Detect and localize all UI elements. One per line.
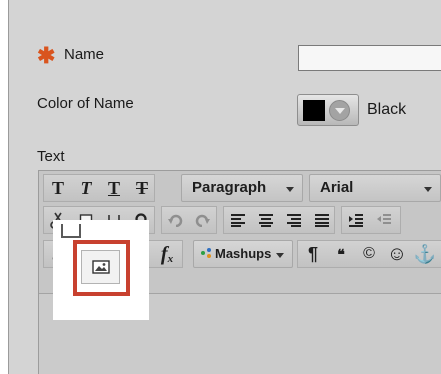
outdent-button[interactable] [371, 206, 397, 234]
mashups-label: Mashups [215, 246, 272, 261]
paragraph-format-select[interactable]: Paragraph [181, 174, 303, 202]
italic-button[interactable]: T [73, 174, 99, 202]
align-center-button[interactable] [253, 206, 279, 234]
justify-icon [315, 214, 329, 227]
align-left-icon [231, 214, 245, 227]
outdent-icon [377, 214, 391, 224]
required-asterisk-icon: ✱ [37, 43, 56, 68]
text-label: Text [37, 148, 65, 165]
color-picker-button[interactable] [297, 94, 359, 126]
emoticon-button[interactable]: ☺ [385, 240, 409, 268]
partial-paste-icon [61, 224, 81, 238]
show-blocks-button[interactable]: ¶ [301, 240, 325, 268]
undo-icon [168, 214, 183, 227]
redo-button[interactable] [189, 206, 215, 234]
bold-button[interactable]: T [45, 174, 71, 202]
font-family-value: Arial [320, 179, 354, 196]
insert-math-button[interactable]: fx [153, 240, 181, 268]
align-left-button[interactable] [225, 206, 251, 234]
image-icon [92, 260, 110, 274]
function-subscript: x [167, 253, 174, 265]
chevron-down-icon [286, 187, 294, 192]
align-right-icon [287, 214, 301, 227]
align-right-button[interactable] [281, 206, 307, 234]
color-of-name-label: Color of Name [37, 95, 134, 112]
function-icon: f [160, 242, 168, 265]
paragraph-format-value: Paragraph [192, 179, 267, 196]
content-panel: ✱ Name Color of Name Black Text T T T T … [8, 0, 441, 374]
toolbar-row-1: T T T T Paragraph Arial [39, 171, 441, 205]
special-character-button[interactable]: © [357, 240, 381, 268]
mashups-select[interactable]: Mashups [193, 240, 293, 268]
blockquote-button[interactable]: ❝ [329, 240, 353, 268]
insert-image-button[interactable] [81, 250, 120, 284]
name-input[interactable] [298, 45, 441, 71]
indent-button[interactable] [343, 206, 369, 234]
align-center-icon [259, 214, 273, 227]
chevron-down-icon [276, 253, 284, 258]
chevron-down-icon [424, 187, 432, 192]
underline-button[interactable]: T [101, 174, 127, 202]
anchor-button[interactable]: ⚓ [413, 240, 437, 268]
justify-button[interactable] [309, 206, 335, 234]
mashups-icon [201, 248, 211, 258]
chevron-down-icon [329, 100, 350, 121]
color-swatch [303, 100, 325, 121]
indent-icon [349, 214, 363, 227]
undo-button[interactable] [163, 206, 189, 234]
name-label: Name [64, 46, 105, 63]
font-family-select[interactable]: Arial [309, 174, 441, 202]
color-value-label: Black [367, 101, 407, 118]
redo-icon [195, 214, 210, 227]
strikethrough-button[interactable]: T [129, 174, 155, 202]
